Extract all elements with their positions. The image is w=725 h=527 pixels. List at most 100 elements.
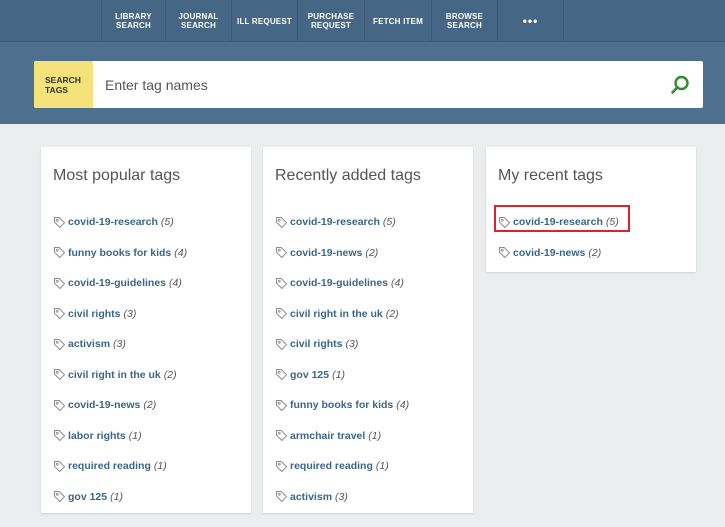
tag-list: covid-19-research (5) funny books for ki…: [53, 207, 187, 512]
tag-count: (4): [169, 277, 182, 290]
tag-count: (1): [375, 460, 389, 473]
tag-link[interactable]: covid-19-news: [498, 246, 585, 259]
tag-link[interactable]: gov 125: [275, 368, 329, 381]
tag-item: covid-19-research (5): [275, 207, 409, 238]
tag-name: funny books for kids: [290, 399, 394, 412]
tag-name: civil right in the uk: [68, 368, 161, 381]
tag-item: covid-19-news (2): [53, 390, 187, 421]
tag-count: (5): [605, 216, 619, 229]
tag-name: covid-19-research: [68, 216, 158, 229]
tag-name: covid-19-news: [290, 246, 363, 259]
tag-link[interactable]: civil right in the uk: [53, 368, 161, 381]
search-button[interactable]: [657, 61, 703, 108]
tag-name: covid-19-research: [290, 216, 380, 229]
tag-count: (1): [153, 460, 167, 473]
tag-name: civil right in the uk: [290, 307, 383, 320]
tag-link[interactable]: required reading: [53, 460, 151, 473]
tag-item: covid-19-research (5): [53, 207, 187, 238]
tag-item: gov 125 (1): [275, 360, 409, 391]
nav-ill-request[interactable]: ILL REQUEST: [232, 0, 298, 42]
tag-name: covid-19-guidelines: [68, 277, 167, 290]
tag-count: (4): [174, 246, 188, 259]
tag-link[interactable]: activism: [53, 338, 110, 351]
tag-name: covid-19-news: [513, 246, 586, 259]
tag-icon: [53, 460, 66, 473]
tag-count: (1): [368, 429, 382, 442]
nav-purchase-request[interactable]: PURCHASE REQUEST: [298, 0, 365, 42]
tag-name: covid-19-news: [68, 399, 141, 412]
tag-icon: [53, 216, 66, 229]
tag-link[interactable]: covid-19-research: [53, 216, 158, 229]
tag-count: (4): [391, 277, 404, 290]
tag-search-input[interactable]: [93, 61, 657, 108]
tag-count: (4): [396, 399, 410, 412]
tag-item: required reading (1): [53, 451, 187, 482]
tag-link[interactable]: funny books for kids: [275, 399, 393, 412]
nav-journal-search[interactable]: JOURNAL SEARCH: [166, 0, 232, 42]
tag-icon: [53, 338, 66, 351]
tag-icon: [498, 216, 511, 229]
tag-link[interactable]: covid-19-news: [53, 399, 140, 412]
card-title: Most popular tags: [53, 167, 181, 184]
nav-fetch-item[interactable]: FETCH ITEM: [365, 0, 432, 42]
tag-item: civil right in the uk (2): [275, 299, 409, 330]
tag-link[interactable]: covid-19-guidelines: [275, 277, 388, 290]
tag-count: (1): [110, 490, 123, 503]
tag-name: labor rights: [68, 429, 126, 442]
tag-item: labor rights (1): [53, 421, 187, 452]
tag-icon: [53, 429, 66, 442]
nav-more-button[interactable]: •••: [498, 0, 564, 42]
tag-item: funny books for kids (4): [275, 390, 409, 421]
tag-icon: [275, 338, 288, 351]
tag-count: (3): [335, 490, 348, 503]
nav-browse-search[interactable]: BROWSE SEARCH: [432, 0, 498, 42]
tag-count: (3): [123, 307, 137, 320]
tag-link[interactable]: covid-19-news: [275, 246, 362, 259]
tag-link[interactable]: civil right in the uk: [275, 307, 383, 320]
nav-library-search[interactable]: LIBRARY SEARCH: [101, 0, 166, 42]
header-banner: LIBRARY SEARCH JOURNAL SEARCH ILL REQUES…: [0, 0, 725, 124]
tag-icon: [275, 277, 288, 290]
tag-link[interactable]: gov 125: [53, 490, 107, 503]
tag-link[interactable]: covid-19-guidelines: [53, 277, 166, 290]
search-tags-label: SEARCH TAGS: [34, 61, 93, 108]
tag-item: covid-19-research (5): [498, 207, 619, 238]
tag-link[interactable]: civil rights: [275, 338, 343, 351]
tag-name: required reading: [68, 460, 151, 473]
tag-link[interactable]: required reading: [275, 460, 373, 473]
tag-link[interactable]: armchair travel: [275, 429, 365, 442]
tag-icon: [53, 246, 66, 259]
tag-item: activism (3): [275, 482, 409, 513]
tag-link[interactable]: covid-19-research: [275, 216, 380, 229]
tag-item: gov 125 (1): [53, 482, 187, 513]
tag-name: required reading: [290, 460, 373, 473]
tag-count: (2): [143, 399, 157, 412]
tag-name: covid-19-research: [513, 216, 603, 229]
tag-name: covid-19-guidelines: [290, 277, 389, 290]
tag-name: civil rights: [68, 307, 121, 320]
tag-link[interactable]: funny books for kids: [53, 246, 171, 259]
tag-list: covid-19-research (5) covid-19-news (2): [498, 207, 619, 268]
tag-link[interactable]: activism: [275, 490, 332, 503]
tag-search-bar: SEARCH TAGS: [34, 61, 703, 108]
tag-item: covid-19-news (2): [498, 238, 619, 269]
tag-count: (3): [113, 338, 126, 351]
tag-count: (3): [345, 338, 359, 351]
tag-icon: [498, 246, 511, 259]
tag-link[interactable]: labor rights: [53, 429, 126, 442]
tag-link[interactable]: covid-19-research: [498, 216, 603, 229]
tag-icon: [53, 368, 66, 381]
tag-icon: [275, 307, 288, 320]
tag-item: civil right in the uk (2): [53, 360, 187, 391]
tag-icon: [53, 399, 66, 412]
tag-item: activism (3): [53, 329, 187, 360]
tag-icon: [275, 490, 288, 503]
most-popular-tags-card: Most popular tags covid-19-research (5) …: [41, 147, 251, 513]
tag-link[interactable]: civil rights: [53, 307, 121, 320]
tag-count: (2): [365, 246, 379, 259]
tag-icon: [275, 216, 288, 229]
recently-added-tags-card: Recently added tags covid-19-research (5…: [263, 147, 473, 513]
tag-icon: [275, 399, 288, 412]
tag-icon: [275, 429, 288, 442]
tag-item: covid-19-news (2): [275, 238, 409, 269]
